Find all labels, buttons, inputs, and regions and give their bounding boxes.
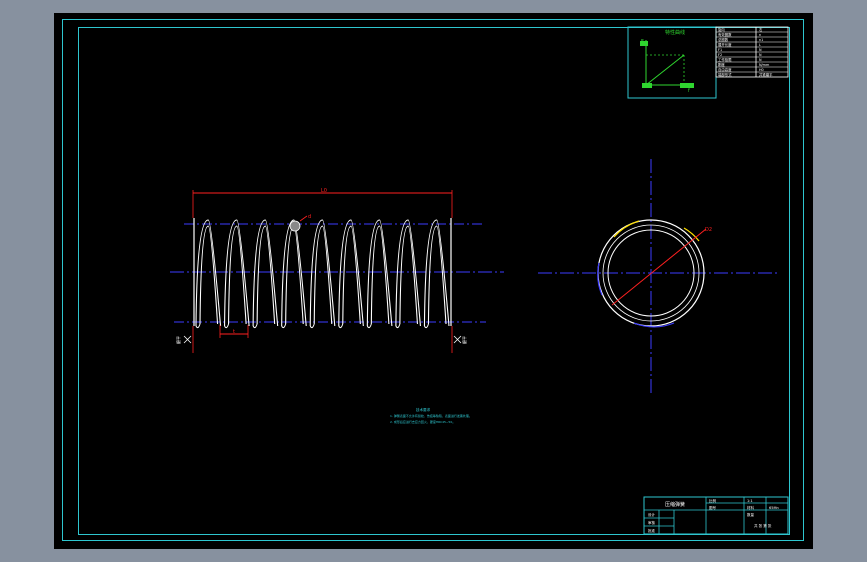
parameter-table: 旋向 右有效圈数 n 总圈数 n1 展开长度 L F1 N F2 N 工作极限 N 刚度 N/mm 自由高度 H… — [715, 26, 789, 78]
wire-section-circle — [289, 220, 301, 232]
tb-drawing-no: 图号 — [709, 505, 717, 510]
title-block-name: 压缩弹簧 — [665, 501, 685, 508]
param-value: N — [759, 53, 762, 57]
tb-material-label: 材料 — [747, 505, 755, 510]
tb-row-design: 设计 — [648, 512, 656, 517]
param-value: L — [759, 43, 761, 47]
param-value: N — [759, 58, 762, 62]
drawing-sheet: 特性曲线 F f 旋向 右有效圈数 n 总圈数 n1 展开长度 L F1 N F2 N 工作极限 N 刚度… — [54, 13, 813, 549]
tb-row-approve: 批准 — [648, 528, 656, 533]
length-dim-label: L0 — [321, 188, 327, 194]
left-end-symbol: 磨平 — [175, 335, 192, 344]
right-end-label: 磨平 — [461, 336, 467, 344]
tb-row-review: 审核 — [648, 520, 656, 525]
param-value: N/mm — [759, 63, 770, 67]
param-name: F1 — [718, 48, 722, 52]
drawing-canvas: 特性曲线 F f 旋向 右有效圈数 n 总圈数 n1 展开长度 L F1 N F2 N 工作极限 N 刚度… — [170, 26, 789, 535]
tb-sheet-label: 共 张 第 张 — [754, 523, 772, 528]
param-name: 总圈数 — [718, 37, 729, 42]
tb-scale-value: 1:1 — [747, 499, 753, 503]
coil-bottom-loops — [195, 323, 429, 329]
param-name: 工作极限 — [718, 57, 732, 62]
chart-x-label: f — [688, 88, 690, 94]
coil-path — [195, 219, 450, 327]
pitch-dim-label: t — [233, 329, 235, 335]
tb-quantity-label: 数量 — [747, 512, 755, 517]
chart-title: 特性曲线 — [665, 29, 685, 36]
wire-dia-label: d — [308, 214, 311, 220]
param-value: n — [759, 33, 761, 37]
diameter-dim-label: D2 — [705, 227, 712, 233]
notes-title: 技术要求 — [416, 407, 431, 412]
diameter-dim-line — [611, 228, 707, 306]
tb-material-value: 65Mn — [769, 506, 779, 510]
chart-line — [645, 54, 685, 86]
right-end-symbol: 磨平 — [453, 335, 467, 344]
param-name: F2 — [718, 53, 722, 57]
param-value: n1 — [759, 38, 763, 42]
param-name: 自由高度 — [718, 67, 732, 72]
param-value: 右 — [759, 27, 763, 32]
param-value: 并紧磨平 — [759, 72, 773, 77]
param-name: 展开长度 — [718, 42, 732, 47]
left-end-label: 磨平 — [175, 336, 181, 344]
spring-side-view: d L0 t 磨平 磨平 — [170, 188, 504, 353]
param-name: 旋向 — [718, 27, 725, 32]
param-name: 刚度 — [718, 62, 725, 67]
tb-scale-label: 比例 — [709, 498, 717, 503]
title-block: 压缩弹簧 设计 审核 批准 比例 1:1 图号 材料 65Mn 数量 共 张 第… — [643, 496, 789, 535]
param-name: 端部形式 — [718, 72, 732, 77]
spring-end-view: D2 — [538, 159, 780, 395]
note-2: 2. 成形后应进行去应力回火，硬度HRC45~50。 — [390, 419, 455, 424]
note-1: 1. 弹簧表面不允许有裂纹、伤痕等缺陷，表面进行发黑处理。 — [390, 413, 472, 418]
spring-coils — [195, 219, 450, 329]
characteristic-panel: 特性曲线 F f — [627, 26, 717, 99]
technical-notes: 技术要求 1. 弹簧表面不允许有裂纹、伤痕等缺陷，表面进行发黑处理。 2. 成形… — [390, 407, 472, 424]
param-value: H0 — [759, 68, 764, 72]
param-value: N — [759, 48, 762, 52]
param-name: 有效圈数 — [718, 32, 732, 37]
